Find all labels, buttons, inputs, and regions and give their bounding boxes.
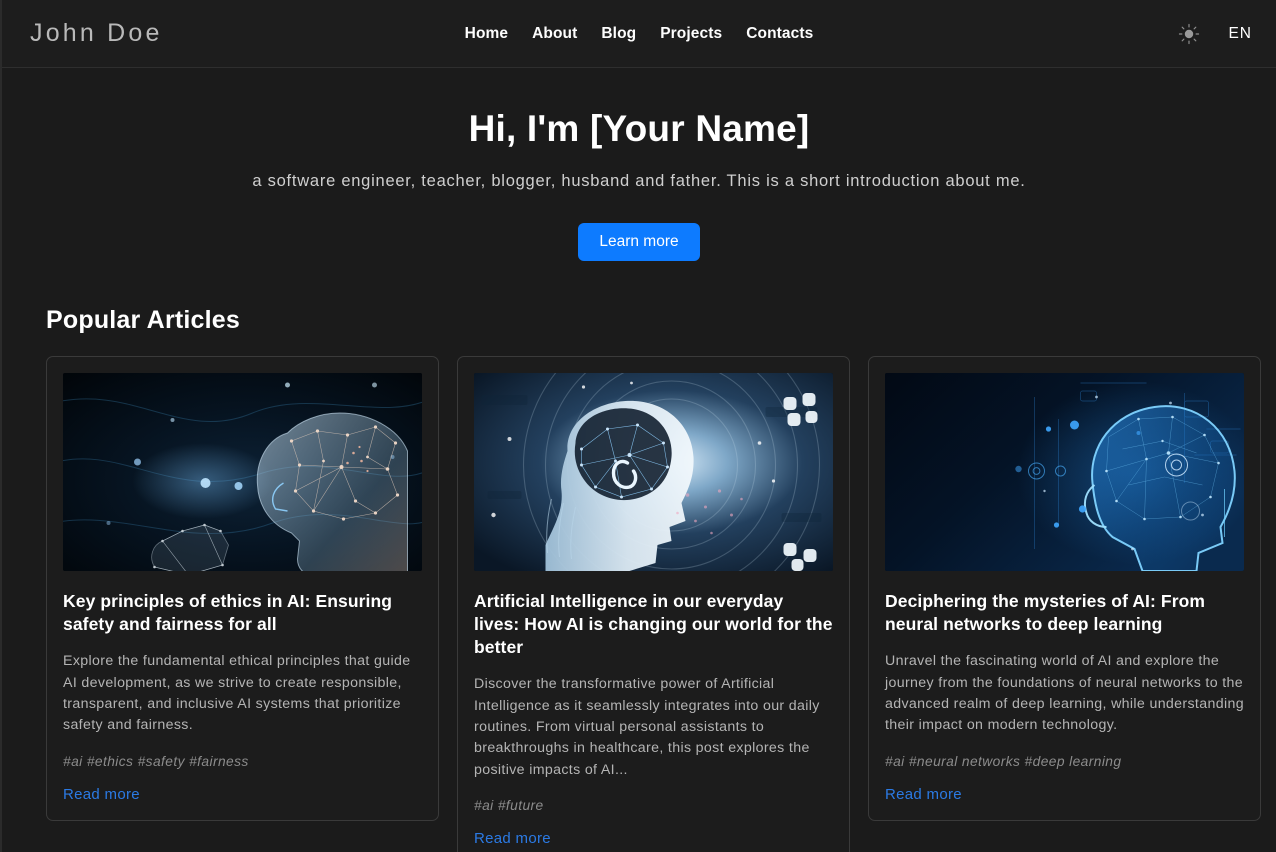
read-more-link[interactable]: Read more [63,786,140,803]
site-header: John Doe Home About Blog Projects Contac… [2,0,1276,68]
nav-item-contacts[interactable]: Contacts [746,25,813,43]
nav-item-projects[interactable]: Projects [660,25,722,43]
article-excerpt: Explore the fundamental ethical principl… [63,653,411,734]
article-title: Artificial Intelligence in our everyday … [474,591,833,658]
nav-item-home[interactable]: Home [465,25,508,43]
article-tags: #ai #ethics #safety #fairness [63,753,249,769]
article-thumbnail [885,373,1244,572]
article-thumbnail [474,373,833,572]
main-navigation: Home About Blog Projects Contacts [2,25,1276,43]
articles-card-row: Key principles of ethics in AI: Ensuring… [2,335,1276,852]
hero-section: Hi, I'm [Your Name] a software engineer,… [2,68,1276,262]
hero-cta-container: Learn more [42,223,1236,262]
read-more-link[interactable]: Read more [474,830,551,847]
theme-toggle-button[interactable] [1176,21,1202,47]
brand-logo[interactable]: John Doe [30,19,163,48]
article-card[interactable]: Artificial Intelligence in our everyday … [457,356,850,852]
article-thumbnail [63,373,422,572]
header-actions: EN [1176,21,1256,47]
article-title: Key principles of ethics in AI: Ensuring… [63,591,393,635]
sun-icon [1178,23,1200,45]
learn-more-button[interactable]: Learn more [578,223,700,262]
page-root: John Doe Home About Blog Projects Contac… [0,0,1276,852]
hero-subtitle: a software engineer, teacher, blogger, h… [252,172,1026,191]
language-switcher[interactable]: EN [1224,23,1256,45]
popular-articles-heading: Popular Articles [46,306,240,335]
article-card[interactable]: Key principles of ethics in AI: Ensuring… [46,356,439,821]
article-tags: #ai #neural networks #deep learning [885,753,1122,769]
article-tags: #ai #future [474,797,544,813]
nav-item-blog[interactable]: Blog [601,25,636,43]
nav-item-about[interactable]: About [532,25,577,43]
article-excerpt: Discover the transformative power of Art… [474,676,820,778]
article-card[interactable]: Deciphering the mysteries of AI: From ne… [868,356,1261,821]
article-excerpt: Unravel the fascinating world of AI and … [885,653,1244,734]
read-more-link[interactable]: Read more [885,786,962,803]
article-title: Deciphering the mysteries of AI: From ne… [885,591,1206,635]
hero-title: Hi, I'm [Your Name] [468,108,810,149]
